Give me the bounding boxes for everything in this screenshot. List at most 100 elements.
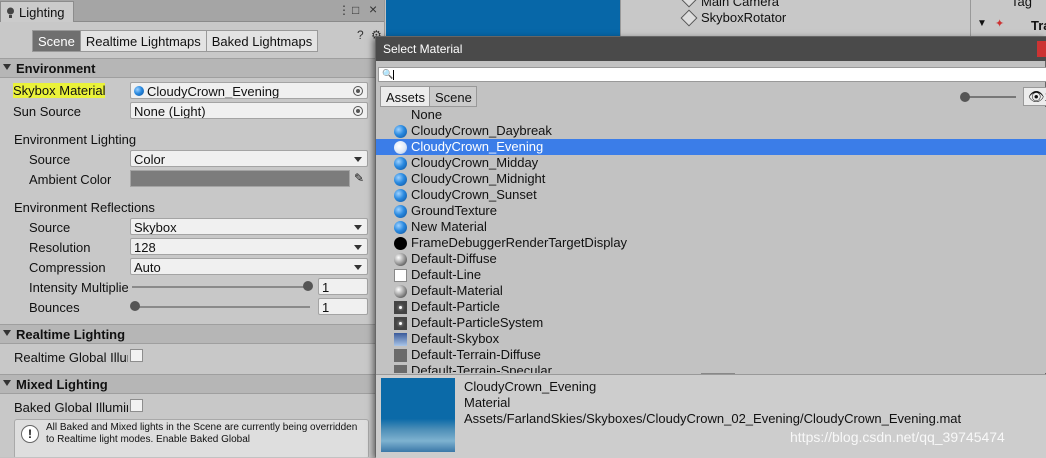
compression-value: Auto xyxy=(134,260,161,275)
material-grey-sq-icon xyxy=(394,349,407,362)
ambient-color-swatch[interactable] xyxy=(130,170,350,187)
tab-realtime-lightmaps[interactable]: Realtime Lightmaps xyxy=(79,30,207,52)
list-item[interactable]: CloudyCrown_Evening xyxy=(376,139,1046,155)
list-item-label: FrameDebuggerRenderTargetDisplay xyxy=(411,235,628,250)
lighting-window-title: Lighting xyxy=(19,5,65,20)
intensity-value: 1 xyxy=(322,280,330,295)
bounces-slider-track[interactable] xyxy=(132,306,310,308)
foldout-triangle-icon xyxy=(3,330,11,336)
section-environment[interactable]: Environment xyxy=(0,58,384,78)
list-item[interactable]: Default-Particle xyxy=(376,299,1046,315)
hierarchy-item[interactable]: Main Camera xyxy=(701,0,779,9)
list-item-label: CloudyCrown_Midday xyxy=(411,155,539,170)
reflection-source-dropdown[interactable]: Skybox xyxy=(130,218,368,235)
material-list: None CloudyCrown_Daybreak CloudyCrown_Even… xyxy=(376,107,1046,373)
list-item-label: GroundTexture xyxy=(411,203,497,218)
env-lighting-source-label: Source xyxy=(29,152,71,167)
kebab-menu-icon[interactable]: ⋮ xyxy=(338,3,350,17)
foldout-triangle-icon xyxy=(3,380,11,386)
object-picker-icon[interactable] xyxy=(353,106,363,116)
select-material-titlebar[interactable]: Select Material xyxy=(376,37,1046,61)
compression-dropdown[interactable]: Auto xyxy=(130,258,368,275)
section-realtime-lighting[interactable]: Realtime Lighting xyxy=(0,324,384,344)
list-item[interactable]: New Material xyxy=(376,219,1046,235)
intensity-slider-handle[interactable] xyxy=(303,281,313,291)
eyedropper-icon[interactable]: ✎ xyxy=(354,171,364,185)
realtime-gi-checkbox[interactable] xyxy=(130,349,143,362)
list-item[interactable]: Default-Material xyxy=(376,283,1046,299)
list-item[interactable]: CloudyCrown_Sunset xyxy=(376,187,1046,203)
section-mixed-lighting[interactable]: Mixed Lighting xyxy=(0,374,384,394)
env-lighting-source-dropdown[interactable]: Color xyxy=(130,150,368,167)
bounces-value-field[interactable]: 1 xyxy=(318,298,368,315)
watermark-text: https://blog.csdn.net/qq_39745474 xyxy=(790,429,1005,445)
list-item[interactable]: Default-Terrain-Diffuse xyxy=(376,347,1046,363)
compression-label: Compression xyxy=(29,260,106,275)
list-item-label: Default-Material xyxy=(411,283,503,298)
resolution-value: 128 xyxy=(134,240,156,255)
reflection-source-value: Skybox xyxy=(134,220,177,235)
baked-gi-checkbox[interactable] xyxy=(130,399,143,412)
tag-label: Tag xyxy=(1011,0,1032,9)
search-field[interactable]: 🔍 xyxy=(378,67,1046,82)
sun-source-value: None (Light) xyxy=(134,104,206,119)
intensity-value-field[interactable]: 1 xyxy=(318,278,368,295)
material-sphere-grey-icon xyxy=(394,285,407,298)
list-item[interactable]: Default-Diffuse xyxy=(376,251,1046,267)
resolution-dropdown[interactable]: 128 xyxy=(130,238,368,255)
sun-source-label: Sun Source xyxy=(13,104,81,119)
gameobject-cube-icon xyxy=(680,0,698,8)
list-item[interactable]: Default-Skybox xyxy=(376,331,1046,347)
sun-source-field[interactable]: None (Light) xyxy=(130,102,368,119)
lighting-window-tab[interactable]: Lighting xyxy=(0,1,74,22)
intensity-slider-track[interactable] xyxy=(132,286,310,288)
help-icon[interactable]: ? xyxy=(357,28,364,42)
list-item[interactable]: Default-Line xyxy=(376,267,1046,283)
search-icon: 🔍 xyxy=(382,69,394,79)
material-sel-sphere-icon xyxy=(394,141,407,154)
tab-assets[interactable]: Assets xyxy=(380,86,431,107)
help-box: ! All Baked and Mixed lights in the Scen… xyxy=(14,419,369,457)
list-item[interactable]: CloudyCrown_Midday xyxy=(376,155,1046,171)
material-sphere-grey-icon xyxy=(394,253,407,266)
foldout-triangle-icon xyxy=(3,64,11,70)
material-square-white-icon xyxy=(394,269,407,282)
ambient-color-label: Ambient Color xyxy=(29,172,112,187)
list-item[interactable]: FrameDebuggerRenderTargetDisplay xyxy=(376,235,1046,251)
tab-scene[interactable]: Scene xyxy=(32,30,81,52)
object-picker-icon[interactable] xyxy=(353,86,363,96)
gameobject-cube-icon xyxy=(680,9,698,27)
thumbnail-size-slider[interactable] xyxy=(964,96,1016,98)
hierarchy-item[interactable]: SkyboxRotator xyxy=(701,10,786,25)
list-item[interactable]: CloudyCrown_Midnight xyxy=(376,171,1046,187)
list-item[interactable]: CloudyCrown_Daybreak xyxy=(376,123,1046,139)
transform-axis-icon: ✦ xyxy=(995,18,1005,30)
skybox-material-field[interactable]: CloudyCrown_Evening xyxy=(130,82,368,99)
list-item[interactable]: GroundTexture xyxy=(376,203,1046,219)
bounces-value: 1 xyxy=(322,300,330,315)
material-sphere-blue-icon xyxy=(394,125,407,138)
bounces-slider-handle[interactable] xyxy=(130,301,140,311)
thumbnail-size-slider-handle[interactable] xyxy=(960,92,970,102)
environment-lighting-header: Environment Lighting xyxy=(14,132,137,147)
hidden-packages-toggle[interactable]: 👁1 xyxy=(1023,87,1046,106)
list-item-label: Default-ParticleSystem xyxy=(411,315,544,330)
tab-scene[interactable]: Scene xyxy=(429,86,477,107)
list-item[interactable]: Default-ParticleSystem xyxy=(376,315,1046,331)
close-button[interactable] xyxy=(1037,41,1046,57)
material-sphere-blue-icon xyxy=(394,157,407,170)
info-icon: ! xyxy=(21,425,39,443)
material-skybox-icon xyxy=(394,333,407,346)
select-material-title: Select Material xyxy=(383,42,463,56)
foldout-triangle-icon[interactable]: ▼ xyxy=(977,18,987,29)
section-environment-title: Environment xyxy=(16,61,96,76)
list-item[interactable]: None xyxy=(376,107,1046,123)
tab-baked-lightmaps[interactable]: Baked Lightmaps xyxy=(205,30,319,52)
intensity-multiplier-label: Intensity Multiplier xyxy=(29,280,128,295)
scene-view[interactable] xyxy=(386,0,620,40)
realtime-gi-label: Realtime Global Illumination xyxy=(14,350,128,365)
close-icon[interactable]: × xyxy=(369,1,377,17)
list-item[interactable]: Default-Terrain-Specular xyxy=(376,363,1046,373)
preview-type: Material xyxy=(464,395,511,410)
maximize-icon[interactable]: □ xyxy=(352,3,359,17)
